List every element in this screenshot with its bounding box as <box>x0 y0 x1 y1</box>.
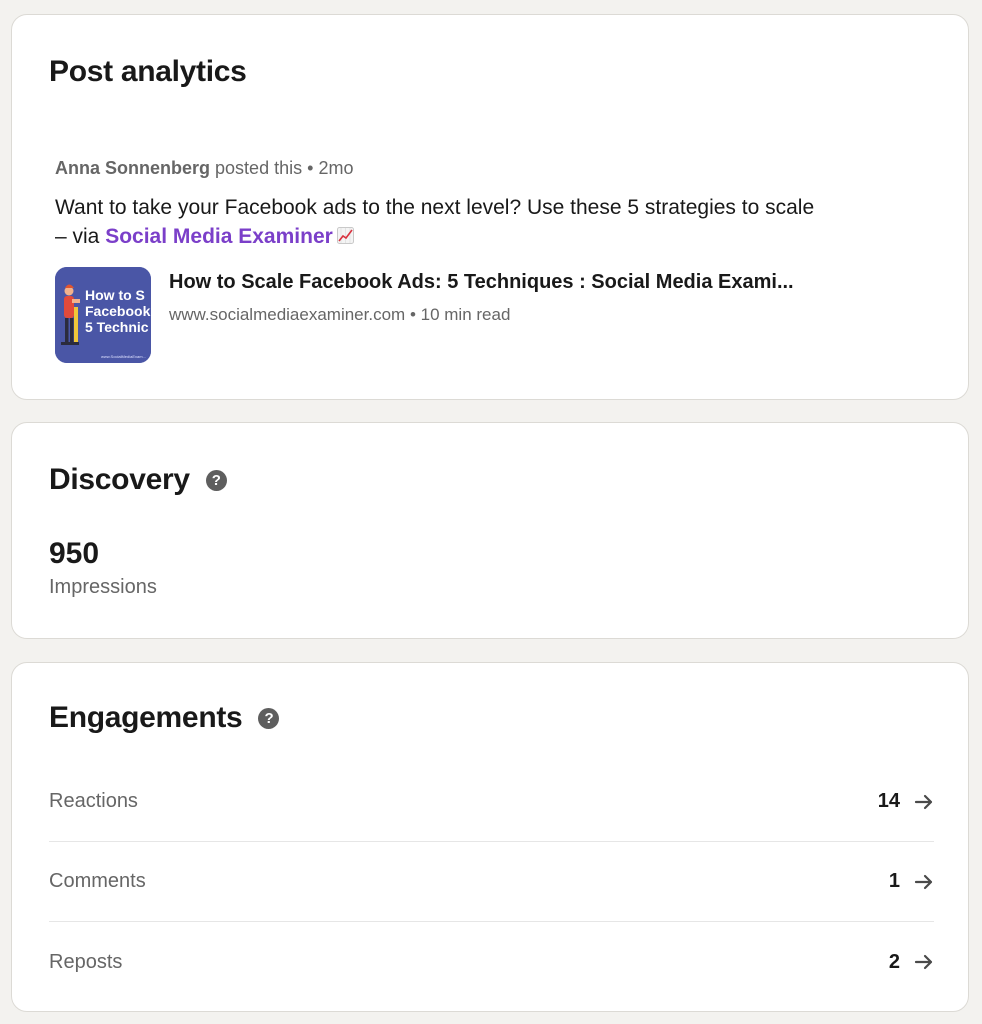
author-name[interactable]: Anna Sonnenberg <box>55 158 210 178</box>
social-media-examiner-link[interactable]: Social Media Examiner <box>105 225 333 248</box>
thumbnail-line-2: Facebook <box>85 303 151 319</box>
meta-separator: • <box>307 158 314 178</box>
article-thumbnail[interactable]: How to S Facebook 5 Technic www.SocialMe… <box>55 267 151 363</box>
engagement-value-group: 1 <box>889 870 934 893</box>
impressions-label: Impressions <box>49 576 157 598</box>
engagement-count: 1 <box>888 870 900 892</box>
engagement-row-reactions[interactable]: Reactions 14 <box>49 762 934 842</box>
arrow-right-icon[interactable] <box>914 792 934 812</box>
thumbnail-line-3: 5 Technic <box>85 319 149 335</box>
post-meta: Anna Sonnenberg posted this • 2mo <box>55 158 353 179</box>
post-analytics-card: Post analytics Anna Sonnenberg posted th… <box>11 14 969 400</box>
engagement-label: Comments <box>49 870 146 892</box>
chart-increasing-icon <box>336 227 354 244</box>
post-text: Want to take your Facebook ads to the ne… <box>55 193 815 251</box>
help-icon[interactable]: ? <box>258 707 280 729</box>
engagement-row-comments[interactable]: Comments 1 <box>49 842 934 922</box>
post-analytics-title: Post analytics <box>49 55 247 88</box>
engagement-count: 14 <box>877 790 900 812</box>
engagements-card: Engagements ? Reactions 14 Comments 1 Re… <box>11 662 969 1012</box>
impressions-value: 950 <box>49 537 100 570</box>
engagement-label: Reactions <box>49 790 138 812</box>
help-icon[interactable]: ? <box>205 469 227 491</box>
engagements-title: Engagements ? <box>49 701 280 735</box>
engagement-count: 2 <box>888 950 900 973</box>
arrow-right-icon[interactable] <box>914 872 934 892</box>
thumbnail-small-text: www.SocialMediaExam... <box>101 354 146 359</box>
discovery-title: Discovery ? <box>49 463 227 497</box>
article-read-time: 10 min read <box>420 305 511 324</box>
engagement-row-reposts[interactable]: Reposts 2 <box>49 922 934 1002</box>
engagements-title-text: Engagements <box>49 701 243 734</box>
thumbnail-text: How to S Facebook 5 Technic <box>85 287 150 335</box>
arrow-right-icon[interactable] <box>914 952 934 972</box>
thumbnail-line-1: How to S <box>85 287 145 303</box>
posted-text: posted this <box>215 158 303 178</box>
article-meta: www.socialmediaexaminer.com • 10 min rea… <box>169 305 510 325</box>
discovery-title-text: Discovery <box>49 463 190 496</box>
post-time: 2mo <box>318 158 354 178</box>
article-meta-separator: • <box>409 305 416 324</box>
article-domain: www.socialmediaexaminer.com <box>169 305 406 324</box>
discovery-card: Discovery ? 950 Impressions <box>11 422 969 639</box>
engagement-value-group: 14 <box>878 790 934 813</box>
engagements-list: Reactions 14 Comments 1 Reposts 2 <box>49 762 934 1002</box>
engagement-value-group: 2 <box>889 951 934 974</box>
engagement-label: Reposts <box>49 950 123 973</box>
article-title[interactable]: How to Scale Facebook Ads: 5 Techniques … <box>169 271 794 294</box>
